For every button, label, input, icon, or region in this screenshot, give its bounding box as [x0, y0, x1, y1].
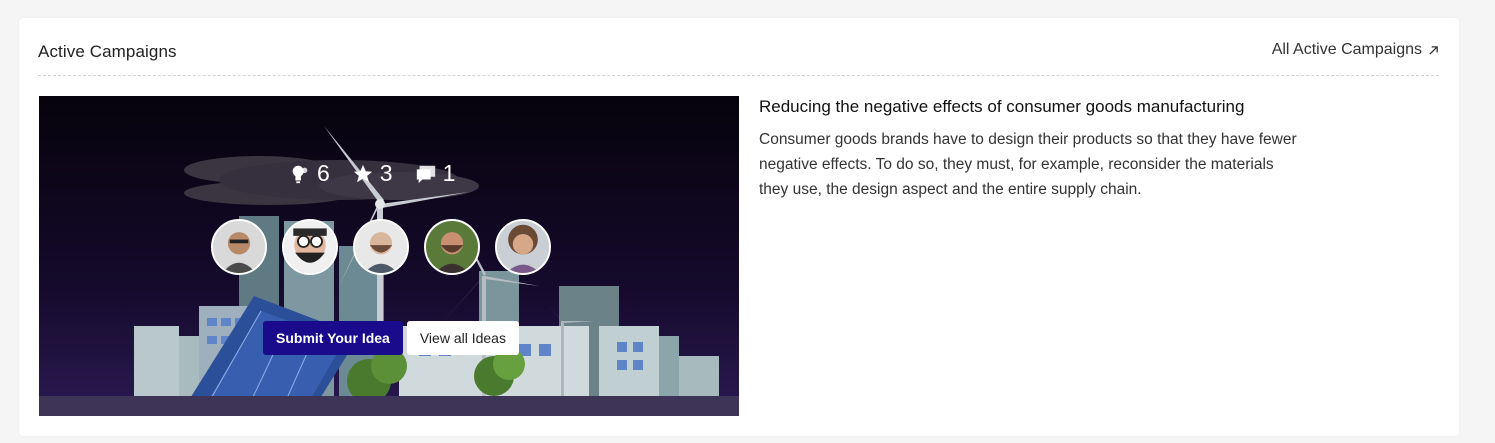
- arrow-up-right-icon: [1429, 45, 1438, 55]
- person-icon: [426, 221, 478, 273]
- submit-idea-button[interactable]: Submit Your Idea: [263, 321, 403, 355]
- comments-count: 1: [442, 160, 456, 186]
- card-header: Active Campaigns All Active Campaigns: [38, 18, 1439, 76]
- comments-icon: [416, 165, 435, 183]
- campaign-info: Reducing the negative effects of consume…: [759, 97, 1299, 202]
- campaign-stats: 6 3 1: [289, 160, 455, 187]
- avatar[interactable]: [211, 219, 267, 275]
- stars-stat: 3: [352, 160, 393, 187]
- avatar[interactable]: [424, 219, 480, 275]
- campaign-actions: Submit Your Idea View all Ideas: [263, 321, 519, 355]
- comments-stat: 1: [415, 160, 456, 187]
- avatar[interactable]: [353, 219, 409, 275]
- ideas-count: 6: [317, 160, 330, 186]
- campaign-image[interactable]: 6 3 1 Submit Your Idea View all Ideas: [39, 96, 739, 416]
- all-active-campaigns-link[interactable]: All Active Campaigns: [1272, 41, 1439, 59]
- person-icon: [213, 221, 265, 273]
- section-title: Active Campaigns: [38, 42, 177, 61]
- ideas-stat: 6: [289, 160, 330, 187]
- cartoon-avatar-icon: [284, 221, 336, 273]
- star-icon: [353, 164, 372, 182]
- lightbulb-icon: [292, 165, 308, 183]
- stars-count: 3: [379, 160, 393, 186]
- view-all-ideas-button[interactable]: View all Ideas: [406, 321, 519, 355]
- participant-avatars: [211, 219, 551, 275]
- avatar[interactable]: [282, 219, 338, 275]
- campaign-title[interactable]: Reducing the negative effects of consume…: [759, 97, 1299, 117]
- campaigns-card: Active Campaigns All Active Campaigns 6 …: [19, 18, 1459, 436]
- person-icon: [497, 221, 549, 273]
- campaign-description: Consumer goods brands have to design the…: [759, 131, 1297, 198]
- avatar[interactable]: [495, 219, 551, 275]
- all-campaigns-label: All Active Campaigns: [1271, 41, 1422, 58]
- person-icon: [355, 221, 407, 273]
